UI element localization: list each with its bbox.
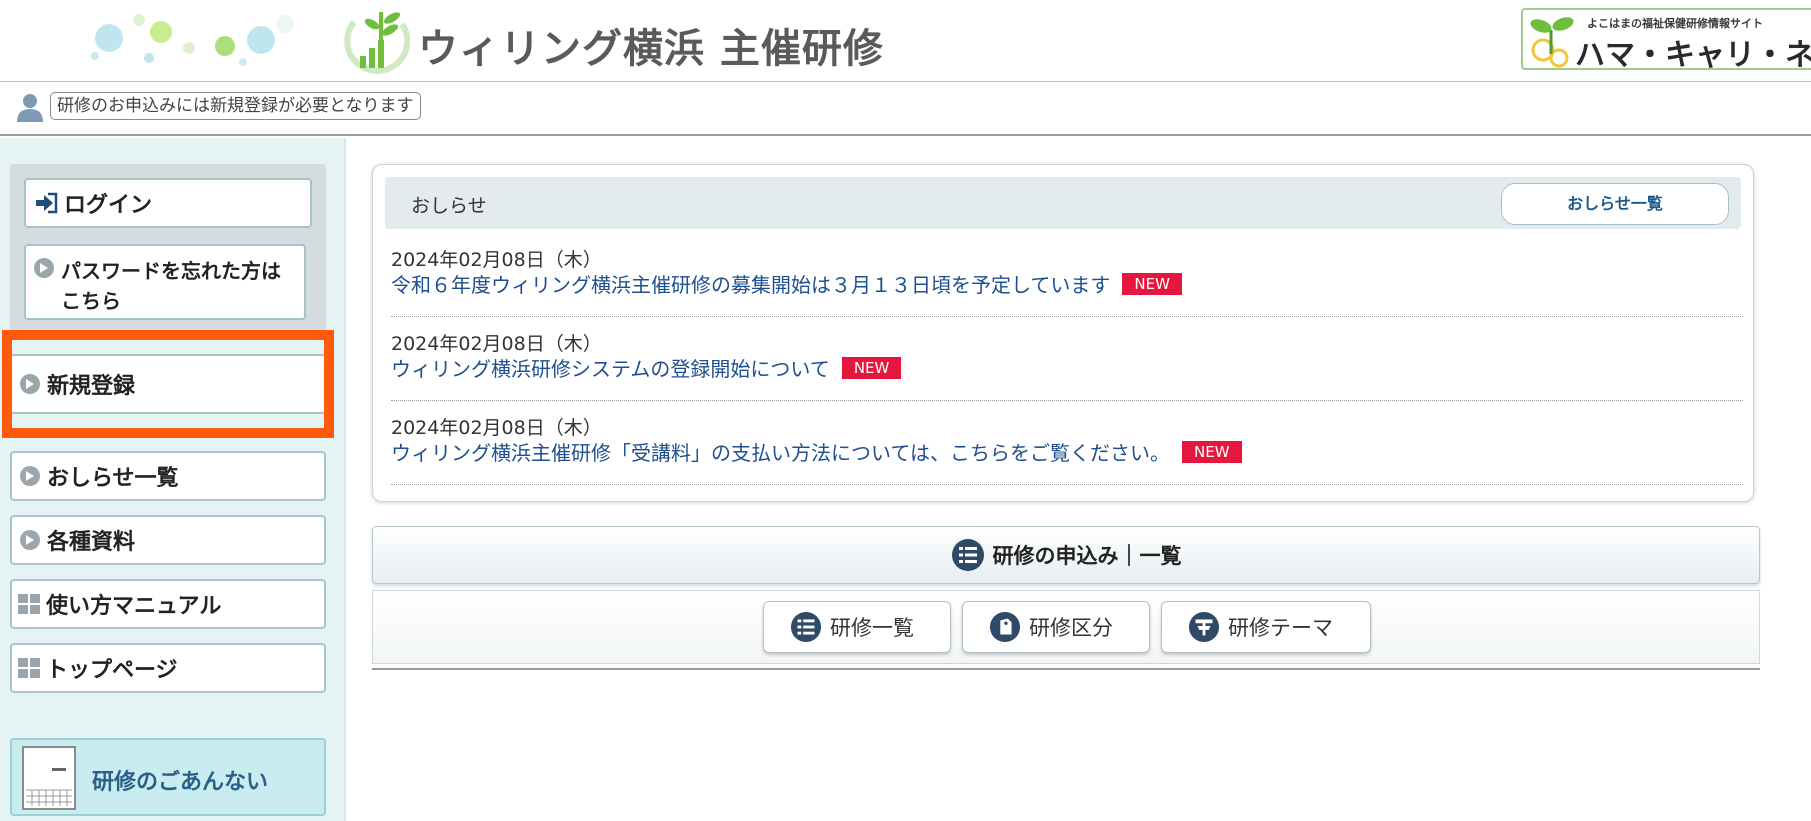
sidebar-item-top-page[interactable]: トップページ — [10, 643, 326, 693]
sidebar-item-documents[interactable]: 各種資料 — [10, 515, 326, 565]
willing-logo-icon — [344, 12, 410, 74]
news-title: おしらせ — [411, 195, 487, 217]
training-theme-label: 研修テーマ — [1228, 616, 1333, 640]
user-icon — [17, 94, 43, 122]
news-date: 2024年02月08日（木） — [391, 417, 602, 439]
forgot-password-line-2: こちら — [61, 289, 121, 313]
tag-icon — [989, 611, 1021, 643]
news-link[interactable]: ウィリング横浜主催研修「受講料」の支払い方法については、こちらをご覧ください。 … — [391, 437, 1242, 466]
sidebar-item-label: おしらせ一覧 — [47, 466, 179, 491]
training-filter-panel: 研修一覧 研修区分 研修テーマ — [372, 590, 1760, 664]
forgot-password-line-1: パスワードを忘れた方は — [61, 259, 281, 283]
sidebar-item-label: トップページ — [46, 658, 178, 683]
sidebar-item-news-list[interactable]: おしらせ一覧 — [10, 451, 326, 501]
news-item: 2024年02月08日（木） 令和６年度ウィリング横浜主催研修の募集開始は３月１… — [391, 245, 1743, 317]
news-item-title[interactable]: ウィリング横浜研修システムの登録開始について — [391, 353, 830, 382]
training-list-label: 研修一覧 — [830, 616, 914, 640]
registration-notice: 研修のお申込みには新規登録が必要となります — [50, 92, 421, 120]
training-apply-heading: 研修の申込み｜一覧 — [372, 526, 1760, 584]
new-badge: NEW — [1122, 272, 1182, 295]
calendar-icon — [22, 746, 76, 810]
sidebar-item-manual[interactable]: 使い方マニュアル — [10, 579, 326, 629]
site-header: ウィリング横浜 主催研修 よこはまの福祉保健研修情報サイト ハマ・キャリ・ネット — [0, 0, 1811, 82]
news-link[interactable]: 令和６年度ウィリング横浜主催研修の募集開始は３月１３日頃を予定しています NEW — [391, 269, 1182, 298]
arrow-circle-icon — [34, 258, 54, 278]
login-icon — [36, 192, 58, 214]
training-list-button[interactable]: 研修一覧 — [763, 601, 951, 653]
partner-tagline: よこはまの福祉保健研修情報サイト — [1587, 17, 1763, 30]
arrow-circle-icon — [20, 530, 40, 550]
training-guide-card[interactable]: 研修のごあんない — [10, 738, 326, 816]
news-item-title[interactable]: 令和６年度ウィリング横浜主催研修の募集開始は３月１３日頃を予定しています — [391, 269, 1110, 298]
news-date: 2024年02月08日（木） — [391, 333, 602, 355]
login-label: ログイン — [64, 193, 153, 218]
sidebar-item-label: 使い方マニュアル — [46, 594, 222, 619]
arrow-circle-icon — [20, 466, 40, 486]
notice-bar: 研修のお申込みには新規登録が必要となります — [0, 82, 1811, 136]
training-category-button[interactable]: 研修区分 — [962, 601, 1150, 653]
news-link[interactable]: ウィリング横浜研修システムの登録開始について NEW — [391, 353, 902, 382]
section-divider — [372, 668, 1760, 670]
login-button[interactable]: ログイン — [24, 178, 312, 228]
training-category-label: 研修区分 — [1029, 616, 1113, 640]
login-box: ログイン パスワードを忘れた方は こちら — [10, 164, 326, 334]
news-panel: おしらせ おしらせ一覧 2024年02月08日（木） 令和６年度ウィリング横浜主… — [372, 164, 1754, 502]
new-badge: NEW — [1182, 440, 1242, 463]
sidebar-item-label: 各種資料 — [47, 530, 136, 555]
list-icon — [951, 539, 984, 571]
news-list-button[interactable]: おしらせ一覧 — [1501, 183, 1729, 225]
list-icon — [790, 611, 822, 643]
hama-kyari-net-logo[interactable]: よこはまの福祉保健研修情報サイト ハマ・キャリ・ネット — [1521, 8, 1811, 70]
decorative-dots-icon — [91, 14, 294, 66]
grid-icon — [18, 658, 40, 678]
forgot-password-button[interactable]: パスワードを忘れた方は こちら — [24, 244, 306, 320]
sidebar-item-label: 新規登録 — [47, 374, 136, 399]
apply-heading-label: 研修の申込み｜一覧 — [992, 544, 1182, 568]
training-guide-label: 研修のごあんない — [92, 770, 269, 795]
news-date: 2024年02月08日（木） — [391, 249, 602, 271]
news-item-title[interactable]: ウィリング横浜主催研修「受講料」の支払い方法については、こちらをご覧ください。 — [391, 437, 1170, 466]
news-item: 2024年02月08日（木） ウィリング横浜研修システムの登録開始について NE… — [391, 329, 1743, 401]
news-header: おしらせ おしらせ一覧 — [385, 177, 1741, 229]
news-item: 2024年02月08日（木） ウィリング横浜主催研修「受講料」の支払い方法につい… — [391, 413, 1743, 485]
grid-icon — [18, 594, 40, 614]
partner-name: ハマ・キャリ・ネット — [1575, 38, 1811, 70]
sidebar-item-register[interactable]: 新規登録 — [10, 354, 326, 414]
site-title: ウィリング横浜 主催研修 — [418, 26, 884, 72]
training-theme-button[interactable]: 研修テーマ — [1161, 601, 1371, 653]
signpost-icon — [1188, 611, 1220, 643]
new-badge: NEW — [841, 356, 902, 379]
sidebar: ログイン パスワードを忘れた方は こちら 新規登録 おしらせ一覧 各種資料 使い… — [0, 138, 346, 821]
arrow-circle-icon — [20, 374, 40, 394]
